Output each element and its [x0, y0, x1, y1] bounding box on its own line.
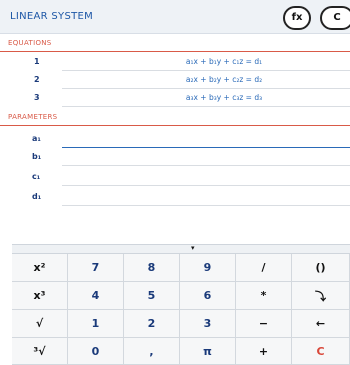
key-parentheses[interactable]: () [292, 254, 350, 282]
active-field-underline [62, 147, 350, 148]
key-square[interactable]: x² [12, 254, 68, 282]
row-divider [62, 70, 350, 71]
field-underline [62, 205, 350, 206]
key-2[interactable]: 2 [124, 310, 180, 338]
key-1[interactable]: 1 [68, 310, 124, 338]
clear-all-button[interactable]: C [320, 6, 350, 30]
key-square-root[interactable]: √ [12, 310, 68, 338]
equation-number: 3 [34, 93, 40, 102]
key-0[interactable]: 0 [68, 338, 124, 365]
row-divider [62, 88, 350, 89]
chevron-down-icon[interactable]: ▾ [191, 244, 195, 252]
equation-row[interactable]: 3 a₃x + b₃y + c₃z = d₃ [0, 90, 350, 108]
key-9[interactable]: 9 [180, 254, 236, 282]
key-6[interactable]: 6 [180, 282, 236, 310]
key-decimal[interactable]: , [124, 338, 180, 365]
key-divide[interactable]: / [236, 254, 292, 282]
parameter-input-b1[interactable] [62, 150, 350, 165]
field-underline [62, 185, 350, 186]
row-divider [62, 106, 350, 107]
parameter-label: c₁ [32, 172, 41, 181]
key-clear[interactable]: C [292, 338, 350, 365]
equations-section-header: EQUATIONS [0, 38, 350, 52]
key-plus[interactable]: + [236, 338, 292, 365]
key-pi[interactable]: π [180, 338, 236, 365]
keypad: x² 7 8 9 / () x³ 4 5 6 * ⤵ √ 1 2 3 − ← ³… [12, 254, 350, 365]
equations-divider [0, 51, 350, 52]
key-4[interactable]: 4 [68, 282, 124, 310]
parameter-input-c1[interactable] [62, 170, 350, 185]
key-cube[interactable]: x³ [12, 282, 68, 310]
functions-button[interactable]: fx [283, 6, 311, 30]
parameter-label: d₁ [32, 192, 42, 201]
key-minus[interactable]: − [236, 310, 292, 338]
app-title: LINEAR SYSTEM [10, 11, 94, 22]
app-header: LINEAR SYSTEM fx C [0, 0, 350, 34]
keypad-toggle-bar[interactable]: ▾ [12, 244, 350, 254]
key-multiply[interactable]: * [236, 282, 292, 310]
parameter-label: b₁ [32, 152, 42, 161]
field-underline [62, 165, 350, 166]
parameter-row-b1: b₁ [0, 149, 350, 169]
key-5[interactable]: 5 [124, 282, 180, 310]
parameters-heading: PARAMETERS [8, 113, 58, 121]
equations-heading: EQUATIONS [8, 39, 52, 47]
equation-text: a₃x + b₃y + c₃z = d₃ [185, 93, 263, 102]
key-3[interactable]: 3 [180, 310, 236, 338]
key-8[interactable]: 8 [124, 254, 180, 282]
key-7[interactable]: 7 [68, 254, 124, 282]
parameter-input-a1[interactable] [62, 132, 350, 147]
equation-number: 2 [34, 75, 40, 84]
equation-row[interactable]: 2 a₂x + b₂y + c₂z = d₂ [0, 72, 350, 90]
parameter-input-d1[interactable] [62, 190, 350, 205]
parameter-row-d1: d₁ [0, 189, 350, 209]
equation-text: a₂x + b₂y + c₂z = d₂ [185, 75, 263, 84]
equation-text: a₁x + b₁y + c₁z = d₁ [185, 57, 263, 66]
parameter-row-c1: c₁ [0, 169, 350, 189]
key-cube-root[interactable]: ³√ [12, 338, 68, 365]
equation-number: 1 [34, 57, 40, 66]
parameters-section-header: PARAMETERS [0, 112, 350, 126]
parameter-label: a₁ [32, 134, 41, 143]
backspace-icon[interactable]: ← [292, 310, 350, 338]
parameters-divider [0, 125, 350, 126]
parameter-row-a1: a₁ [0, 131, 350, 277]
enter-icon[interactable]: ⤵ [292, 282, 350, 310]
equation-row[interactable]: 1 a₁x + b₁y + c₁z = d₁ [0, 54, 350, 72]
